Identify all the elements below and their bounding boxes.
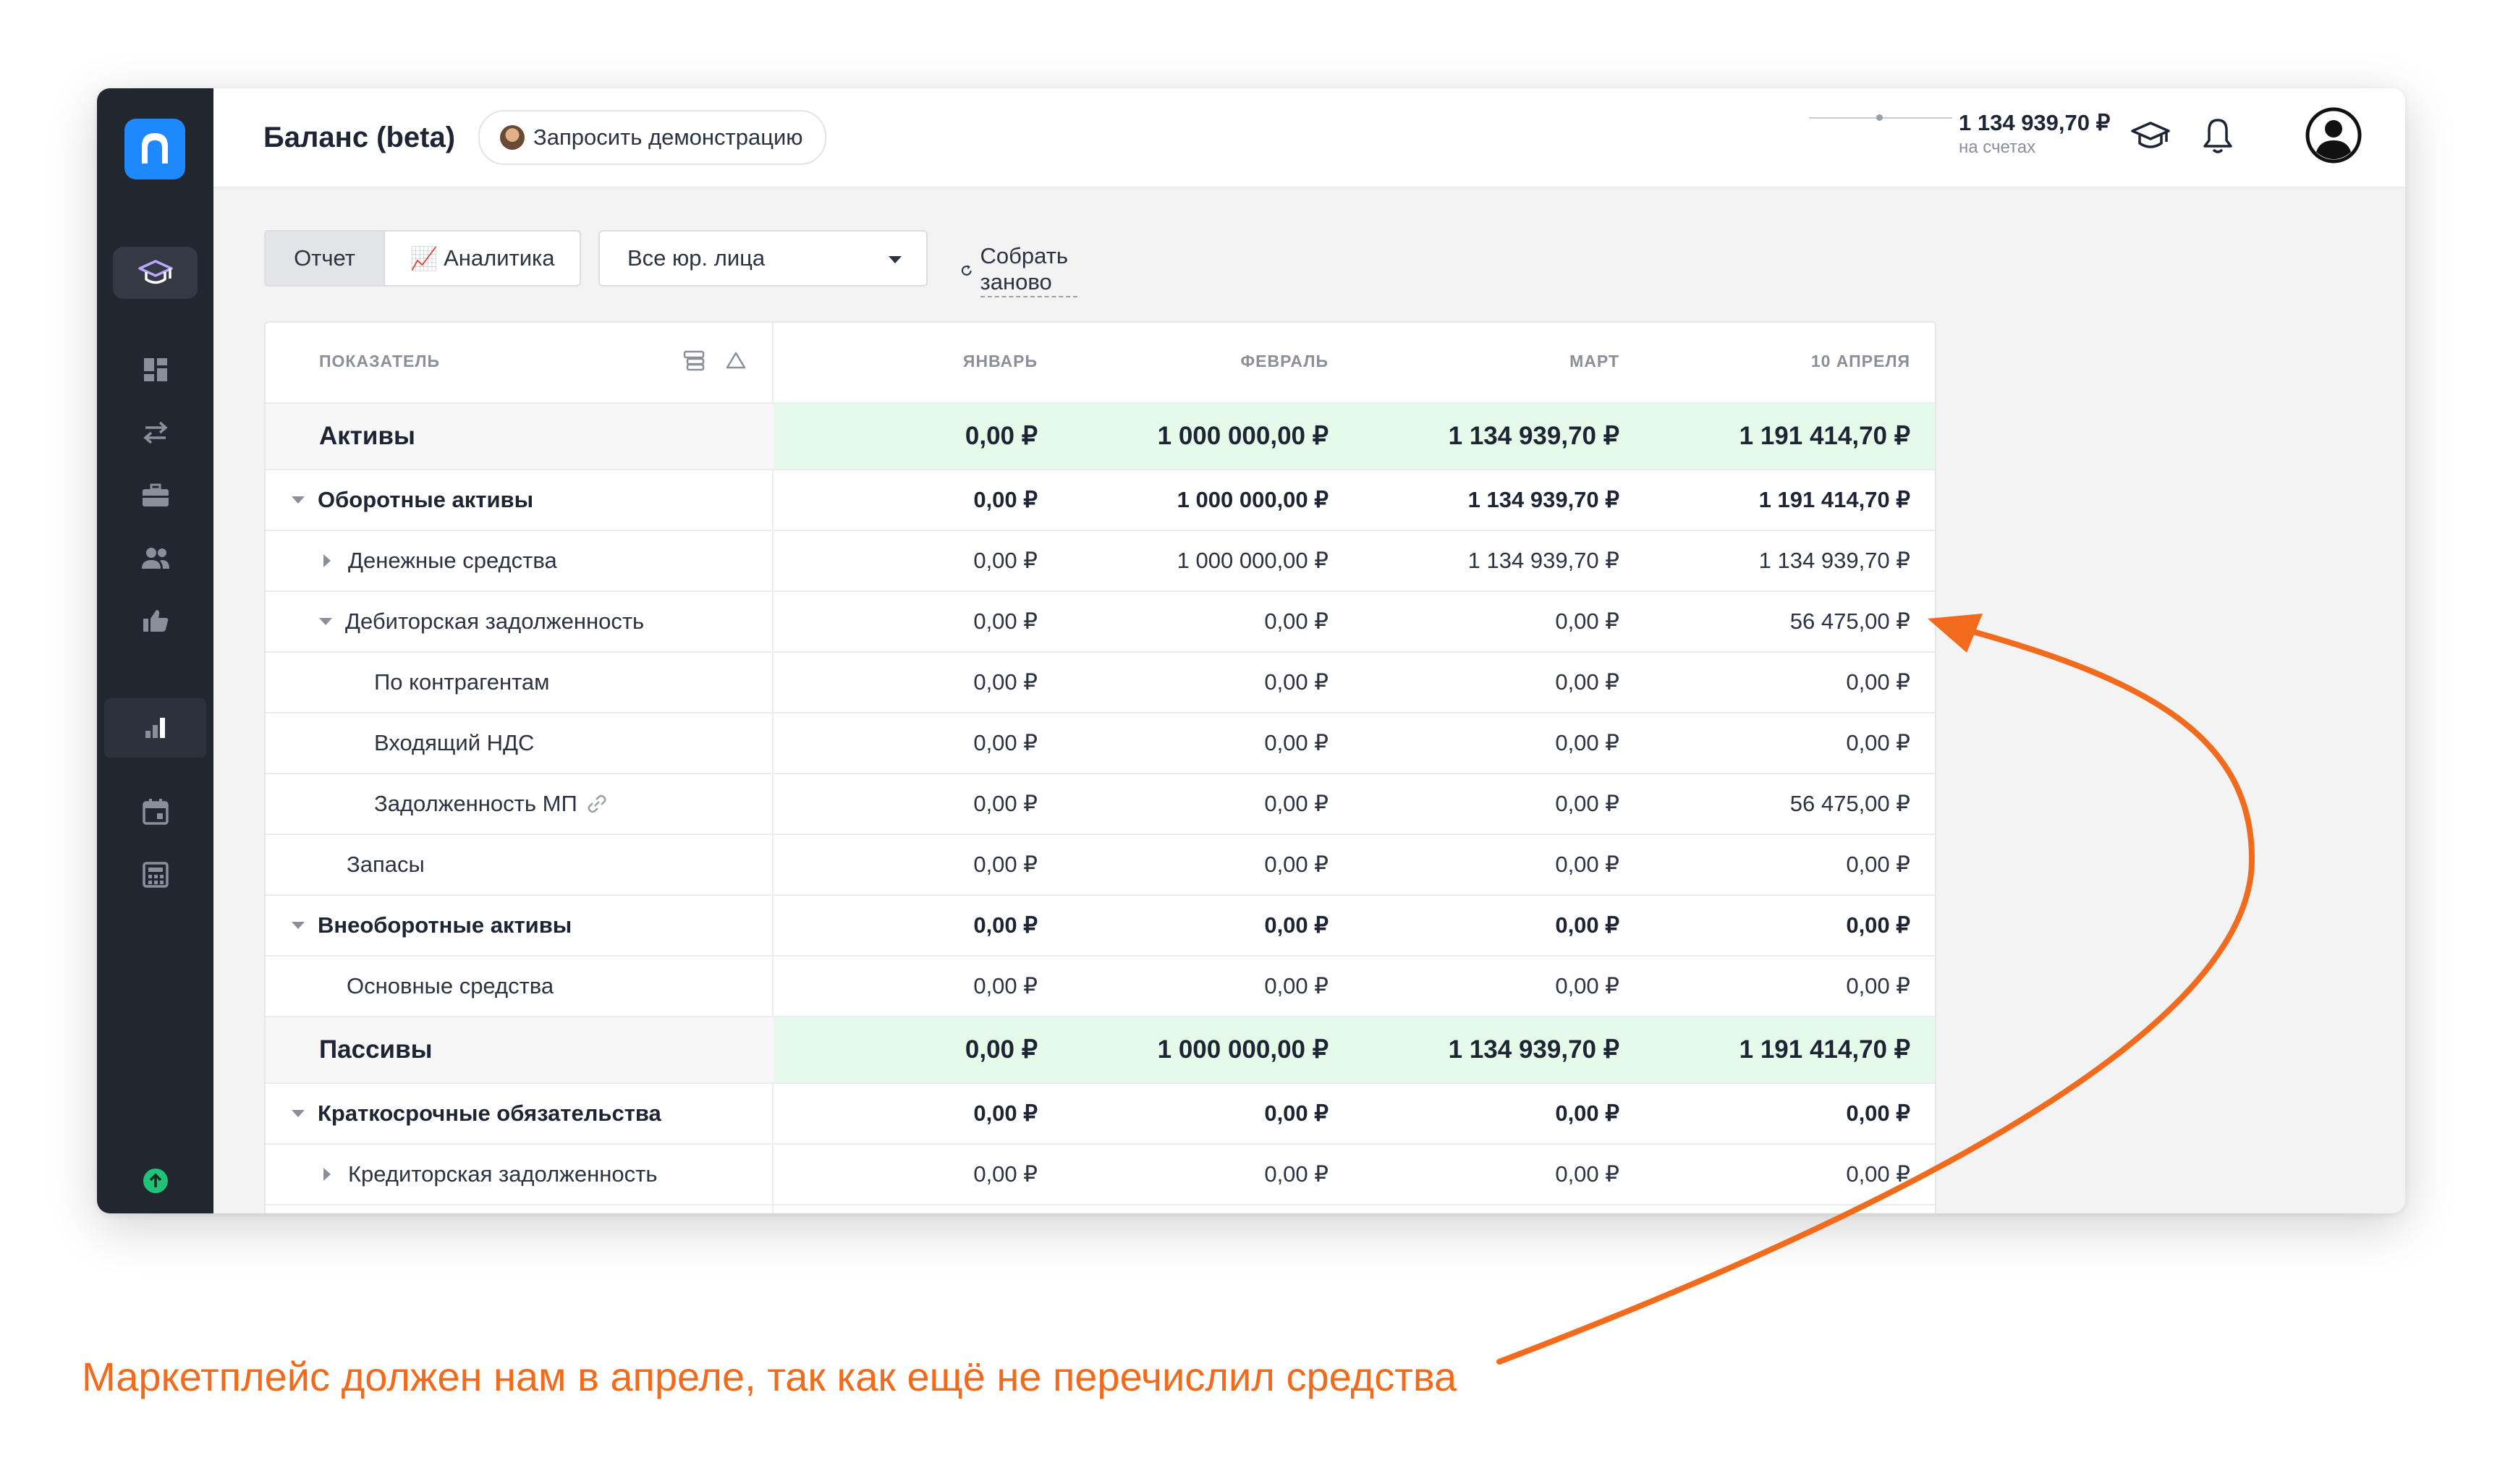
annotation-text: Маркетплейс должен нам в апреле, так как… xyxy=(82,1354,1457,1399)
arrowhead-icon xyxy=(1928,614,1983,653)
annotation-arrow xyxy=(1496,614,2255,1365)
